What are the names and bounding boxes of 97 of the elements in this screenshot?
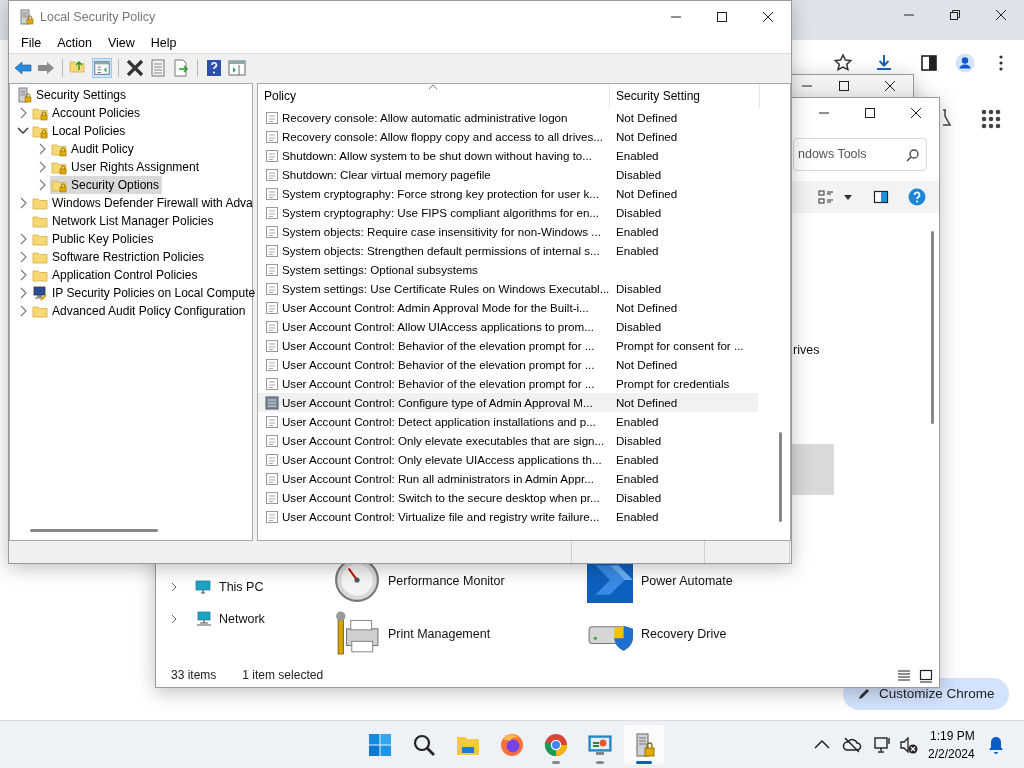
table-cell-text: Disabled [616, 166, 662, 183]
table-row[interactable]: User Account Control: Behavior of the elevation prompt for ... Prompt for consent for ... [258, 336, 758, 355]
column-header[interactable]: Security Setting [610, 84, 760, 108]
menu-item[interactable]: View [99, 33, 143, 53]
table-cell-text: User Account Control: Only elevate UIAccess applications th... [282, 451, 603, 468]
table-cell-text: User Account Control: Virtualize file and registry write failure... [282, 508, 601, 525]
item-label[interactable]: Performance Monitor [388, 572, 505, 603]
table-cell-text: Prompt for credentials [616, 375, 730, 392]
table-cell-text: Not Defined [616, 299, 678, 316]
table-cell-text: System cryptography: Force strong key protection for user k... [282, 185, 601, 202]
item-label[interactable]: Print Management [388, 625, 491, 656]
table-cell-text: Not Defined [616, 394, 678, 411]
table-cell-text: Enabled [616, 223, 659, 240]
table-cell-text: Prompt for consent for ... [616, 337, 744, 354]
tree-item[interactable]: Advanced Audit Policy Configuration [31, 302, 249, 320]
table-cell-text: Enabled [616, 413, 659, 430]
table-row[interactable]: System settings: Optional subsystems [258, 260, 758, 279]
table-cell-text: Enabled [616, 508, 659, 525]
table-cell-text: Shutdown: Allow system to be shut down without having to... [282, 147, 593, 164]
table-cell-text: Disabled [616, 204, 662, 221]
table-row[interactable]: System cryptography: Use FIPS compliant algorithms for en... Disabled [258, 203, 758, 222]
table-cell-text: Enabled [616, 451, 659, 468]
item-label[interactable]: Power Automate [641, 572, 733, 603]
table-row[interactable]: User Account Control: Switch to the secure desktop when pr... Disabled [258, 488, 758, 507]
tree-item[interactable]: Software Restriction Policies [31, 248, 208, 266]
column-header[interactable]: Policy [258, 84, 610, 108]
table-row[interactable]: User Account Control: Allow UIAccess applications to prom... Disabled [258, 317, 758, 336]
tree-item[interactable]: IP Security Policies on Local Compute [31, 284, 259, 302]
tree-item[interactable]: Application Control Policies [31, 266, 201, 284]
table-cell-text: User Account Control: Allow UIAccess applications to prom... [282, 318, 595, 335]
tree-item[interactable]: Network List Manager Policies [31, 212, 217, 230]
table-cell-text: Enabled [616, 147, 659, 164]
tree-item[interactable]: Account Policies [31, 104, 144, 122]
table-row[interactable]: Recovery console: Allow automatic administrative logon Not Defined [258, 108, 758, 127]
table-cell-text: Not Defined [616, 356, 678, 373]
table-row[interactable]: User Account Control: Run all administrators in Admin Appr... Enabled [258, 469, 758, 488]
table-row[interactable]: User Account Control: Admin Approval Mode for the Built-i... Not Defined [258, 298, 758, 317]
menu-item[interactable]: Action [49, 33, 100, 53]
table-cell-text: User Account Control: Switch to the secure desktop when pr... [282, 489, 601, 506]
window-title: Local Security Policy [40, 8, 157, 26]
table-cell-text: Recovery console: Allow floppy copy and access to all drives... [282, 128, 604, 145]
table-cell-text: Enabled [616, 242, 659, 259]
table-cell-text: Disabled [616, 489, 662, 506]
table-cell-text: System objects: Require case insensitivity for non-Windows ... [282, 223, 602, 240]
table-cell-text: System cryptography: Use FIPS compliant algorithms for en... [282, 204, 601, 221]
table-cell-text: User Account Control: Admin Approval Mode for the Built-i... [282, 299, 590, 316]
table-row[interactable]: User Account Control: Only elevate UIAccess applications th... Enabled [258, 450, 758, 469]
table-cell-text: System settings: Optional subsystems [282, 261, 479, 278]
menu-item[interactable]: Help [142, 33, 185, 53]
tree-item[interactable]: Local Policies [31, 122, 129, 140]
table-row[interactable]: Shutdown: Allow system to be shut down without having to... Enabled [258, 146, 758, 165]
table-row[interactable]: System cryptography: Force strong key protection for user k... Not Defined [258, 184, 758, 203]
table-cell-text: System settings: Use Certificate Rules on Windows Executabl... [282, 280, 611, 297]
table-cell-text: Not Defined [616, 109, 678, 126]
table-cell-text: Enabled [616, 470, 659, 487]
nav-item[interactable]: This PC [219, 578, 264, 597]
tree-item[interactable]: Public Key Policies [31, 230, 157, 248]
table-cell-text: User Account Control: Run all administrators in Admin Appr... [282, 470, 595, 487]
table-cell-text: Shutdown: Clear virtual memory pagefile [282, 166, 492, 183]
table-row[interactable]: Shutdown: Clear virtual memory pagefile Disabled [258, 165, 758, 184]
table-cell-text: User Account Control: Behavior of the elevation prompt for ... [282, 337, 596, 354]
table-cell-text: User Account Control: Behavior of the elevation prompt for ... [282, 356, 596, 373]
table-row[interactable]: User Account Control: Configure type of Admin Approval M... Not Defined [258, 393, 758, 412]
item-label: rives [793, 342, 820, 359]
search-value: ndows Tools [798, 146, 867, 164]
table-cell-text: Not Defined [616, 185, 678, 202]
table-row[interactable]: User Account Control: Virtualize file and registry write failure... Enabled [258, 507, 758, 526]
tree-item[interactable]: User Rights Assignment [50, 158, 203, 176]
table-cell-text: Recovery console: Allow automatic administrative logon [282, 109, 569, 126]
table-cell-text: User Account Control: Only elevate executables that are sign... [282, 432, 606, 449]
tree-item[interactable]: Security Options [50, 176, 163, 194]
status-text: 33 items [171, 667, 217, 684]
clock[interactable]: 1:19 PM 2/2/2024 [928, 727, 975, 763]
table-cell-text: Disabled [616, 318, 662, 335]
search-field[interactable]: ndows Tools [793, 138, 927, 171]
table-cell-text: User Account Control: Configure type of Admin Approval M... [282, 394, 594, 411]
table-cell-text: User Account Control: Detect application installations and p... [282, 413, 597, 430]
table-row[interactable]: User Account Control: Behavior of the elevation prompt for ... Prompt for credentials [258, 374, 758, 393]
item-label[interactable]: Recovery Drive [641, 625, 727, 656]
tree-item[interactable]: Windows Defender Firewall with Adva [31, 194, 256, 212]
table-row[interactable]: System settings: Use Certificate Rules on Windows Executabl... Disabled [258, 279, 758, 298]
table-row[interactable]: User Account Control: Only elevate executables that are sign... Disabled [258, 431, 758, 450]
table-row[interactable]: System objects: Require case insensitivity for non-Windows ... Enabled [258, 222, 758, 241]
tree-item[interactable]: Security Settings [15, 86, 130, 104]
table-row[interactable]: Recovery console: Allow floppy copy and access to all drives... Not Defined [258, 127, 758, 146]
table-cell-text: User Account Control: Behavior of the elevation prompt for ... [282, 375, 596, 392]
table-cell-text: System objects: Strengthen default permissions of internal s... [282, 242, 601, 259]
menu-item[interactable]: File [13, 33, 50, 53]
table-cell-text: Disabled [616, 280, 662, 297]
tree-item[interactable]: Audit Policy [50, 140, 137, 158]
nav-item[interactable]: Network [219, 610, 265, 629]
status-text: 1 item selected [242, 667, 324, 684]
table-row[interactable]: User Account Control: Behavior of the elevation prompt for ... Not Defined [258, 355, 758, 374]
table-cell-text: Not Defined [616, 128, 678, 145]
table-row[interactable]: User Account Control: Detect application installations and p... Enabled [258, 412, 758, 431]
table-cell-text: Disabled [616, 432, 662, 449]
table-row[interactable]: System objects: Strengthen default permissions of internal s... Enabled [258, 241, 758, 260]
